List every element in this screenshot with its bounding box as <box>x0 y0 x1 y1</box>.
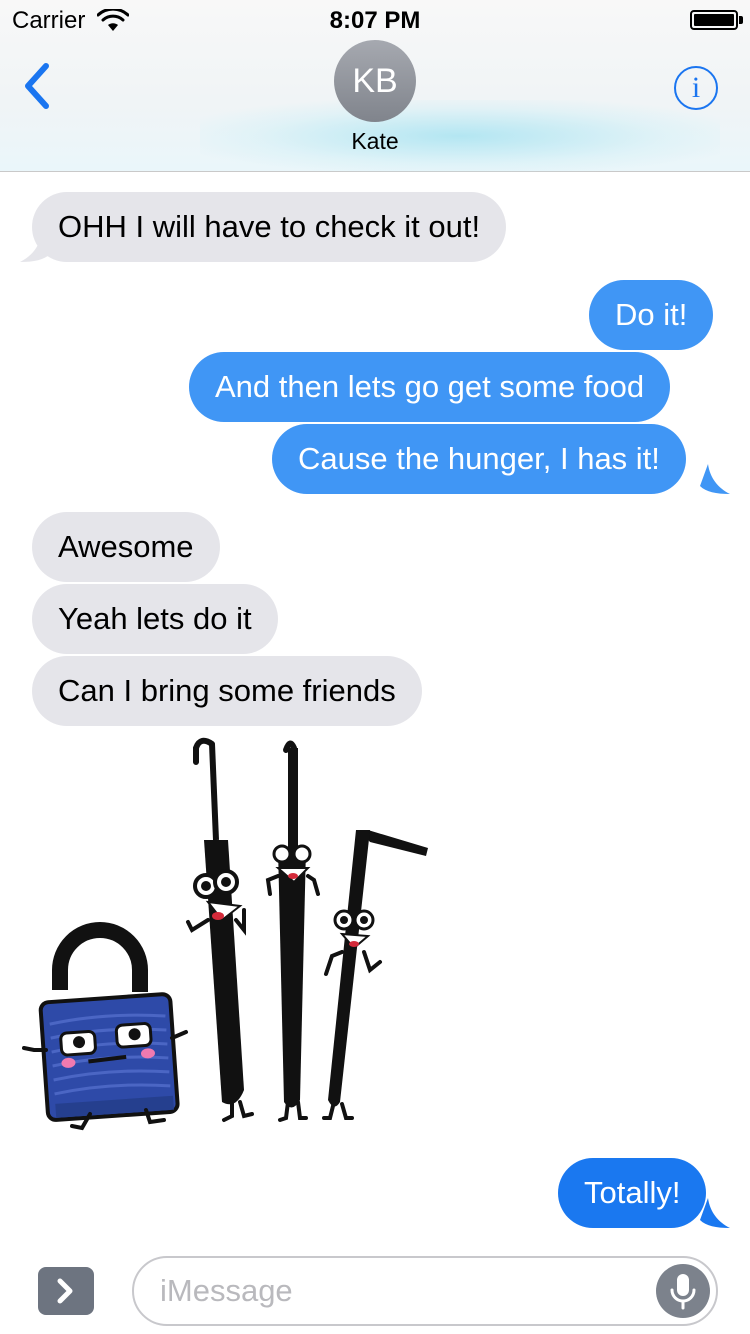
message-bubble-incoming[interactable]: OHH I will have to check it out! <box>32 192 507 262</box>
message-placeholder: iMessage <box>160 1273 293 1308</box>
bubble-tail <box>700 464 730 494</box>
bubble-tail <box>700 1198 730 1228</box>
battery-tip <box>739 16 743 24</box>
back-chevron-icon <box>25 63 49 109</box>
message-bubble-incoming[interactable]: Can I bring some friends <box>32 656 422 726</box>
status-bar: Carrier 8:07 PM <box>0 0 750 40</box>
contact-avatar[interactable]: KB <box>334 40 416 122</box>
message-bubble-outgoing[interactable]: Do it! <box>589 280 714 350</box>
message-bubble-incoming[interactable]: Awesome <box>32 512 220 582</box>
message-bubble-outgoing[interactable]: And then lets go get some food <box>189 352 671 422</box>
message-bubble-outgoing[interactable]: Totally! <box>558 1158 707 1228</box>
message-input[interactable]: iMessage <box>132 1256 718 1326</box>
bubble-tail <box>20 232 50 262</box>
status-time: 8:07 PM <box>329 7 421 34</box>
padlock-and-lockpicks-sticker[interactable] <box>18 730 458 1140</box>
back-button[interactable] <box>18 62 58 110</box>
contact-name[interactable]: Kate <box>0 128 750 155</box>
message-bubble-outgoing[interactable]: Cause the hunger, I has it! <box>272 424 686 494</box>
message-bubble-incoming[interactable]: Yeah lets do it <box>32 584 278 654</box>
apps-chevron-icon <box>57 1278 73 1304</box>
microphone-icon <box>670 1274 696 1310</box>
battery-icon <box>690 10 738 30</box>
apps-button[interactable] <box>38 1267 94 1315</box>
info-icon[interactable]: i <box>674 66 718 110</box>
microphone-button[interactable] <box>656 1264 710 1318</box>
